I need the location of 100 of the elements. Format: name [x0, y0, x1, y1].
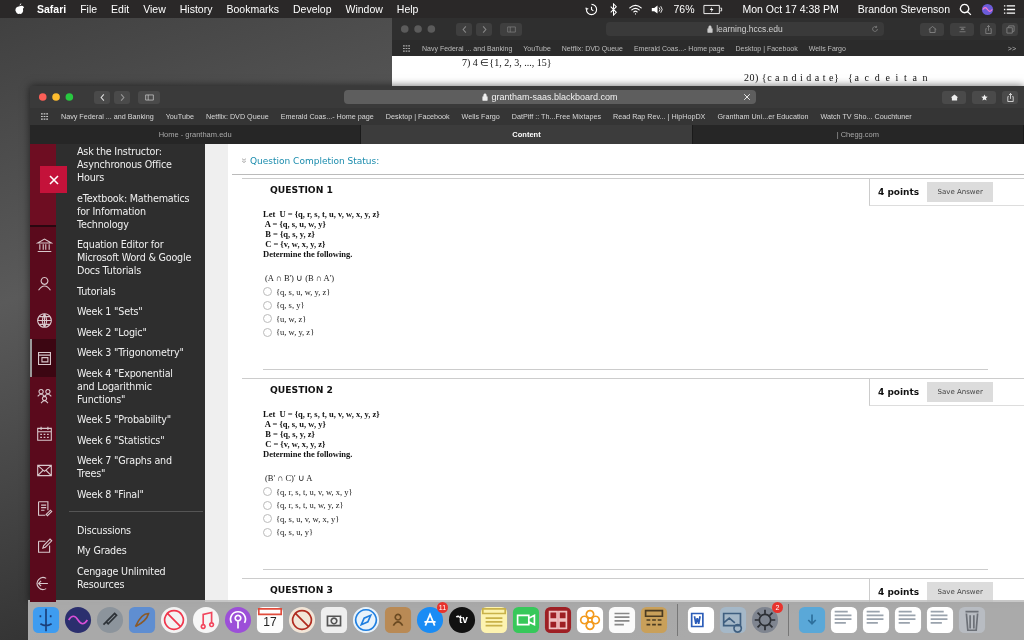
podcast-icon[interactable] — [224, 606, 252, 634]
grid-icon[interactable] — [40, 113, 49, 120]
question-text: Determine the following. — [263, 249, 354, 259]
course-menu-link[interactable]: My Grades — [77, 544, 193, 557]
menu-item[interactable]: View — [143, 3, 166, 15]
course-menu-link[interactable]: Week 8 "Final" — [77, 487, 193, 501]
document-thumbnail-icon[interactable] — [862, 606, 890, 634]
user-name[interactable]: Brandon Stevenson — [857, 3, 950, 15]
tv-icon[interactable] — [448, 606, 476, 634]
question-title: QUESTION 2 — [270, 384, 333, 395]
course-menu-link[interactable]: Week 7 "Graphs and Trees" — [77, 454, 193, 480]
compass-icon[interactable] — [352, 606, 380, 634]
exercise-text: 7) 4 ∈{1, 2, 3, ..., 15} — [462, 57, 552, 68]
answer-option: {u, w, z} — [276, 313, 307, 324]
close-button[interactable] — [40, 166, 67, 193]
answer-option: {q, s, u, y} — [276, 527, 313, 538]
course-menu-link[interactable]: Discussions — [77, 523, 193, 537]
course-menu-link[interactable]: Week 2 "Logic" — [77, 325, 193, 339]
menu-item[interactable]: Develop — [292, 3, 332, 15]
lock-icon — [482, 93, 489, 101]
bookmark-button[interactable] — [972, 90, 996, 104]
back-button[interactable] — [94, 90, 110, 104]
exercise-text: {a c d e i t a n — [848, 72, 930, 83]
no-sign-icon[interactable] — [160, 606, 188, 634]
menu-item[interactable]: Edit — [111, 3, 130, 15]
course-menu-link[interactable]: Week 1 "Sets" — [77, 305, 193, 318]
window-controls-icon[interactable] — [38, 92, 76, 102]
app-store-icon[interactable] — [416, 606, 444, 634]
music-note-icon[interactable] — [192, 606, 220, 634]
video-camera-icon[interactable] — [512, 606, 540, 634]
apple-icon[interactable] — [14, 2, 25, 16]
document-thumbnail-icon[interactable] — [926, 606, 954, 634]
grid-icon[interactable] — [402, 44, 411, 52]
menu-item[interactable]: Help — [396, 3, 419, 15]
tabs-button[interactable] — [1002, 22, 1018, 36]
sidebar-button[interactable] — [500, 22, 522, 36]
menu-item[interactable]: History — [179, 3, 213, 15]
no-sign-icon[interactable] — [288, 606, 316, 634]
question-text: B = {q, s, y, z} — [264, 429, 316, 439]
course-menu-link[interactable]: Tutorials — [77, 284, 193, 298]
course-menu-link[interactable]: Week 6 "Statistics" — [77, 433, 193, 447]
calculator-icon[interactable] — [640, 606, 668, 634]
forward-button[interactable] — [114, 90, 130, 104]
course-menu-link[interactable]: Equation Editor for Microsoft Word & Google Docs Tutorials — [77, 238, 193, 277]
menu-item[interactable]: File — [80, 3, 98, 15]
question-title: QUESTION 1 — [270, 184, 333, 195]
course-menu-link[interactable]: eTextbook: Mathematics for Information Technology — [77, 191, 193, 231]
trash-icon[interactable] — [958, 606, 986, 634]
close-icon[interactable] — [743, 93, 751, 101]
course-menu-link[interactable]: Cengage Unlimited Resources — [77, 564, 193, 591]
document-icon[interactable] — [608, 606, 636, 634]
reload-icon[interactable] — [871, 25, 879, 33]
home-button[interactable] — [942, 90, 966, 104]
answer-option: {q, r, s, t, u, v, w, x, y} — [276, 486, 353, 497]
chevron-left-icon — [97, 92, 107, 102]
sidebar-button[interactable] — [138, 90, 160, 104]
url-text: learning.hccs.edu — [716, 24, 783, 34]
clock-icon[interactable] — [585, 2, 599, 16]
course-menu-link[interactable]: Week 4 "Exponential and Logarithmic Functions" — [77, 366, 193, 406]
completion-status-link[interactable]: Question Completion Status: — [250, 156, 380, 166]
wifi-icon[interactable] — [629, 2, 643, 16]
volume-icon[interactable] — [651, 2, 665, 16]
expression-text: (B' ∩ C)' ∪ A — [265, 473, 314, 483]
battery-percentage: 76% — [673, 3, 695, 15]
course-menu-link[interactable]: Ask the Instructor: Asynchronous Office Hours — [77, 145, 193, 184]
menu-item[interactable]: Bookmarks — [226, 3, 279, 15]
battery-icon[interactable] — [703, 2, 724, 16]
answer-option: {q, s, u, v, w, x, y} — [276, 513, 340, 524]
calendar-icon[interactable] — [256, 606, 284, 634]
list-icon[interactable] — [1003, 2, 1016, 16]
back-button[interactable] — [456, 22, 472, 36]
address-bar[interactable]: learning.hccs.edu — [606, 22, 884, 36]
exercise-text: 20) {c a n d i d a t e} — [744, 72, 840, 83]
document-thumbnail-icon[interactable] — [830, 606, 858, 634]
menu-title[interactable]: Safari — [37, 3, 67, 15]
question-text: C = {v, w, x, y, z} — [264, 239, 327, 249]
points-label: 4 points — [878, 587, 920, 597]
search-icon[interactable] — [959, 2, 972, 16]
share-button[interactable] — [980, 22, 996, 36]
sidebar-icon — [506, 24, 516, 34]
course-menu-link[interactable]: Week 3 "Trigonometry" — [77, 346, 193, 359]
share-button[interactable] — [1002, 90, 1018, 104]
photo-stack-icon[interactable] — [719, 606, 747, 634]
tabs-icon — [1005, 24, 1015, 34]
orb-icon[interactable] — [981, 2, 994, 16]
forward-button[interactable] — [476, 22, 492, 36]
orb-icon[interactable] — [64, 606, 92, 634]
course-menu-link[interactable]: Week 5 "Probability" — [77, 413, 193, 426]
window-icon — [35, 349, 53, 367]
camera-icon[interactable] — [320, 606, 348, 634]
word-processor-icon[interactable] — [687, 606, 715, 634]
gear-icon[interactable] — [751, 606, 779, 634]
document-thumbnail-icon[interactable] — [894, 606, 922, 634]
address-book-icon[interactable] — [384, 606, 412, 634]
answer-option: {q, s, y} — [276, 300, 305, 311]
answer-option: {q, r, s, t, u, w, y, z} — [276, 500, 344, 511]
menu-item[interactable]: Window — [345, 3, 383, 15]
clock-text[interactable]: Mon Oct 17 4:38 PM — [742, 3, 839, 15]
address-bar[interactable]: grantham-saas.blackboard.com — [344, 90, 756, 104]
person-icon — [35, 274, 53, 292]
